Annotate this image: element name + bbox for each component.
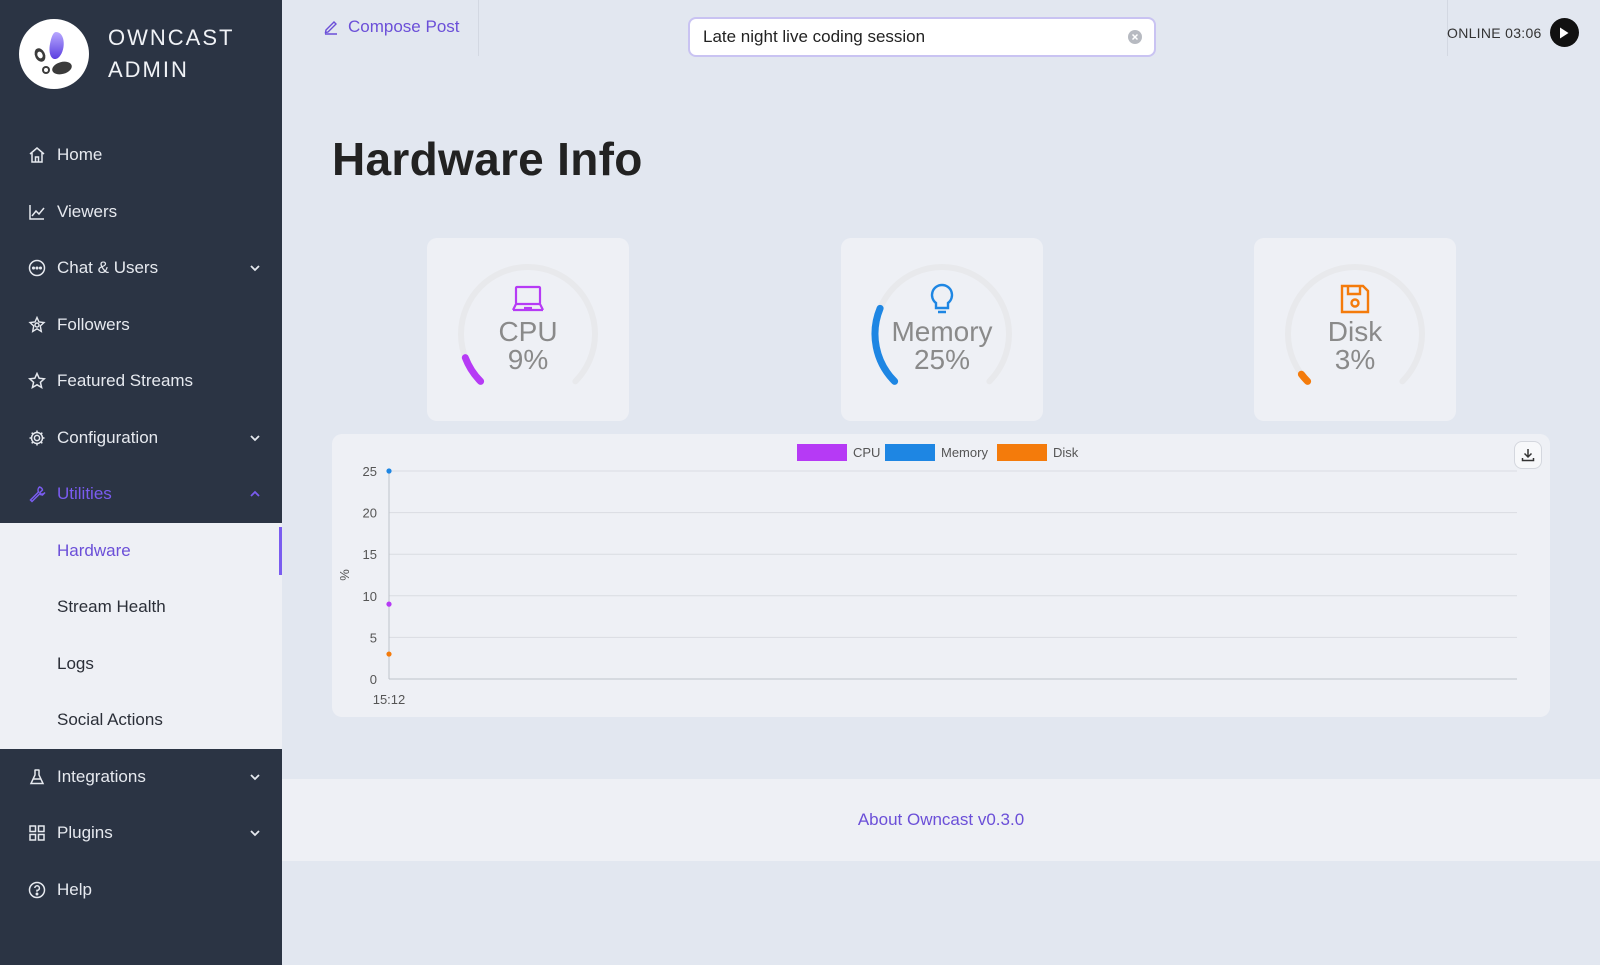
- pencil-icon: [324, 21, 337, 35]
- sidebar-subitem-logs[interactable]: Logs: [0, 636, 282, 693]
- message-icon: [28, 259, 46, 277]
- sidebar-item-label: Plugins: [57, 823, 113, 843]
- page-title: Hardware Info: [332, 133, 643, 185]
- sidebar-item-label: Configuration: [57, 427, 159, 447]
- sidebar-item-help[interactable]: Help: [0, 862, 282, 919]
- home-icon: [28, 146, 46, 164]
- sidebar: OWNCAST ADMIN Home Viewers Chat & Users: [0, 0, 282, 965]
- gear-icon: [28, 429, 46, 447]
- chevron-down-icon: [250, 774, 260, 781]
- legend-swatch-memory: [885, 444, 935, 461]
- flask-icon: [28, 768, 46, 786]
- online-status-text: ONLINE 03:06: [1447, 24, 1542, 41]
- wrench-icon: [28, 485, 46, 503]
- sidebar-item-label: Viewers: [57, 201, 118, 221]
- download-icon: [1521, 449, 1535, 462]
- legend-label-cpu: CPU: [853, 445, 880, 460]
- disk-gauge-name: Disk: [1327, 316, 1383, 347]
- legend-label-memory: Memory: [941, 445, 988, 460]
- sidebar-item-label: Featured Streams: [57, 371, 194, 391]
- legend-label-disk: Disk: [1053, 445, 1079, 460]
- sidebar-nav: Home Viewers Chat & Users Followers Feat…: [0, 127, 282, 918]
- question-icon: [28, 881, 46, 899]
- about-owncast-link[interactable]: About Owncast v0.3.0: [858, 810, 1024, 830]
- y-tick-label: 25: [363, 464, 377, 479]
- topbar-divider: [478, 0, 479, 56]
- brand[interactable]: OWNCAST ADMIN: [19, 19, 234, 89]
- sidebar-subitem-social-actions[interactable]: Social Actions: [0, 692, 282, 749]
- sidebar-item-label: Utilities: [57, 484, 112, 504]
- sidebar-subitem-label: Stream Health: [57, 597, 166, 617]
- line-chart-icon: [28, 203, 46, 221]
- sidebar-item-configuration[interactable]: Configuration: [0, 410, 282, 467]
- chevron-down-icon: [250, 435, 260, 442]
- compose-post-button[interactable]: Compose Post: [323, 17, 460, 37]
- sidebar-item-integrations[interactable]: Integrations: [0, 749, 282, 806]
- grid-icon: [28, 824, 46, 842]
- stream-title-field[interactable]: [688, 17, 1156, 57]
- sidebar-item-home[interactable]: Home: [0, 127, 282, 184]
- sidebar-subitem-label: Social Actions: [57, 710, 163, 730]
- stream-title-input[interactable]: [690, 27, 1110, 47]
- stream-status: ONLINE 03:06: [1447, 18, 1579, 47]
- sidebar-item-label: Followers: [57, 314, 130, 334]
- sidebar-item-followers[interactable]: Followers: [0, 297, 282, 354]
- gauge-fill: [1297, 370, 1312, 385]
- floppy-disk-icon: [1340, 284, 1370, 314]
- sidebar-item-viewers[interactable]: Viewers: [0, 184, 282, 241]
- sidebar-item-featured-streams[interactable]: Featured Streams: [0, 353, 282, 410]
- owncast-logo: [19, 19, 89, 89]
- y-axis-label: %: [337, 569, 352, 581]
- memory-gauge-card: Memory 25%: [841, 238, 1043, 421]
- sidebar-subitem-label: Hardware: [57, 540, 131, 560]
- y-tick-label: 5: [370, 630, 377, 645]
- brand-title: OWNCAST ADMIN: [108, 22, 234, 86]
- y-tick-label: 20: [363, 506, 377, 521]
- legend-swatch-cpu: [797, 444, 847, 461]
- x-tick-label: 15:12: [373, 692, 406, 707]
- laptop-icon: [512, 285, 544, 312]
- hardware-chart: 0 5 10 15 20 25% 15:12 CPU Memory Disk: [332, 434, 1550, 717]
- sidebar-subitem-label: Logs: [57, 653, 94, 673]
- y-tick-label: 0: [370, 672, 377, 687]
- chevron-down-icon: [250, 265, 260, 272]
- utilities-submenu: Hardware Stream Health Logs Social Actio…: [0, 522, 282, 749]
- sidebar-item-label: Home: [57, 145, 103, 165]
- clear-icon[interactable]: [1128, 30, 1142, 44]
- sidebar-item-utilities[interactable]: Utilities: [0, 466, 282, 523]
- lightbulb-icon: [930, 283, 954, 314]
- cpu-gauge-name: CPU: [498, 316, 558, 347]
- chevron-down-icon: [250, 830, 260, 837]
- memory-gauge-name: Memory: [891, 316, 993, 347]
- followers-icon: [28, 315, 46, 334]
- sidebar-item-plugins[interactable]: Plugins: [0, 805, 282, 862]
- chevron-up-icon: [250, 490, 260, 497]
- cpu-gauge-value: 9%: [507, 344, 549, 375]
- footer: About Owncast v0.3.0: [282, 779, 1600, 861]
- y-tick-label: 10: [363, 589, 377, 604]
- memory-gauge-value: 25%: [913, 344, 971, 375]
- disk-gauge-card: Disk 3%: [1254, 238, 1456, 421]
- cpu-gauge-card: CPU 9%: [427, 238, 629, 421]
- sidebar-item-chat-users[interactable]: Chat & Users: [0, 240, 282, 297]
- sidebar-item-label: Integrations: [57, 766, 146, 786]
- y-tick-label: 15: [363, 547, 377, 562]
- brand-line-1: OWNCAST: [108, 25, 235, 50]
- data-point-memory: [386, 468, 392, 474]
- legend-swatch-disk: [997, 444, 1047, 461]
- brand-line-2: ADMIN: [108, 57, 189, 82]
- hardware-line-chart: 0 5 10 15 20 25% 15:12 CPU Memory Disk: [337, 444, 1517, 707]
- sidebar-item-label: Chat & Users: [57, 258, 159, 278]
- disk-gauge-value: 3%: [1334, 344, 1376, 375]
- star-icon: [28, 372, 46, 390]
- sidebar-item-label: Help: [57, 879, 92, 899]
- sidebar-subitem-hardware[interactable]: Hardware: [0, 523, 282, 580]
- download-chart-button[interactable]: [1514, 441, 1542, 469]
- data-point-cpu: [386, 601, 392, 607]
- data-point-disk: [386, 651, 392, 657]
- sidebar-subitem-stream-health[interactable]: Stream Health: [0, 579, 282, 636]
- play-icon[interactable]: [1549, 18, 1579, 47]
- compose-post-label: Compose Post: [348, 17, 460, 36]
